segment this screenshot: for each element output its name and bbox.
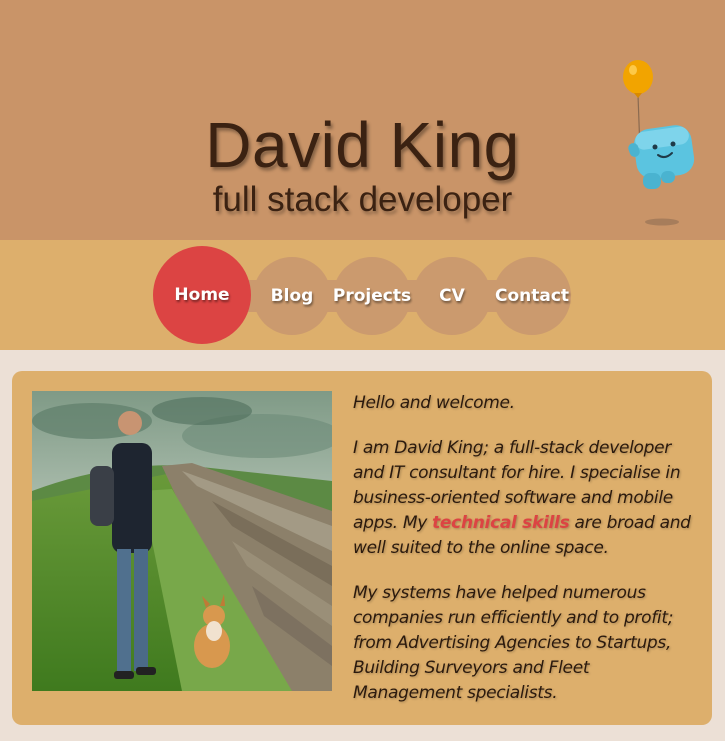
nav-item-blog[interactable]: Blog — [253, 257, 331, 335]
nav-item-home[interactable]: Home — [153, 246, 251, 344]
nav-item-cv[interactable]: CV — [413, 257, 491, 335]
nav-item-contact[interactable]: Contact — [493, 257, 571, 335]
clients-paragraph: My systems have helped numerous companie… — [353, 583, 674, 703]
intro-card: Hello and welcome. I am David King; a fu… — [12, 371, 712, 725]
nav-item-projects[interactable]: Projects — [333, 257, 411, 335]
balloon-robot-icon — [623, 60, 695, 226]
profile-photo — [32, 391, 332, 691]
site-header: David King full stack developer — [0, 0, 725, 240]
greeting-text: Hello and welcome. — [353, 393, 515, 413]
main-nav: Home Blog Projects CV Contact — [0, 240, 725, 350]
intro-paragraph: I am David King; a full-stack developer … — [353, 436, 698, 561]
intro-text: Hello and welcome. I am David King; a fu… — [353, 391, 698, 726]
technical-skills-link[interactable]: technical skills — [432, 513, 570, 533]
